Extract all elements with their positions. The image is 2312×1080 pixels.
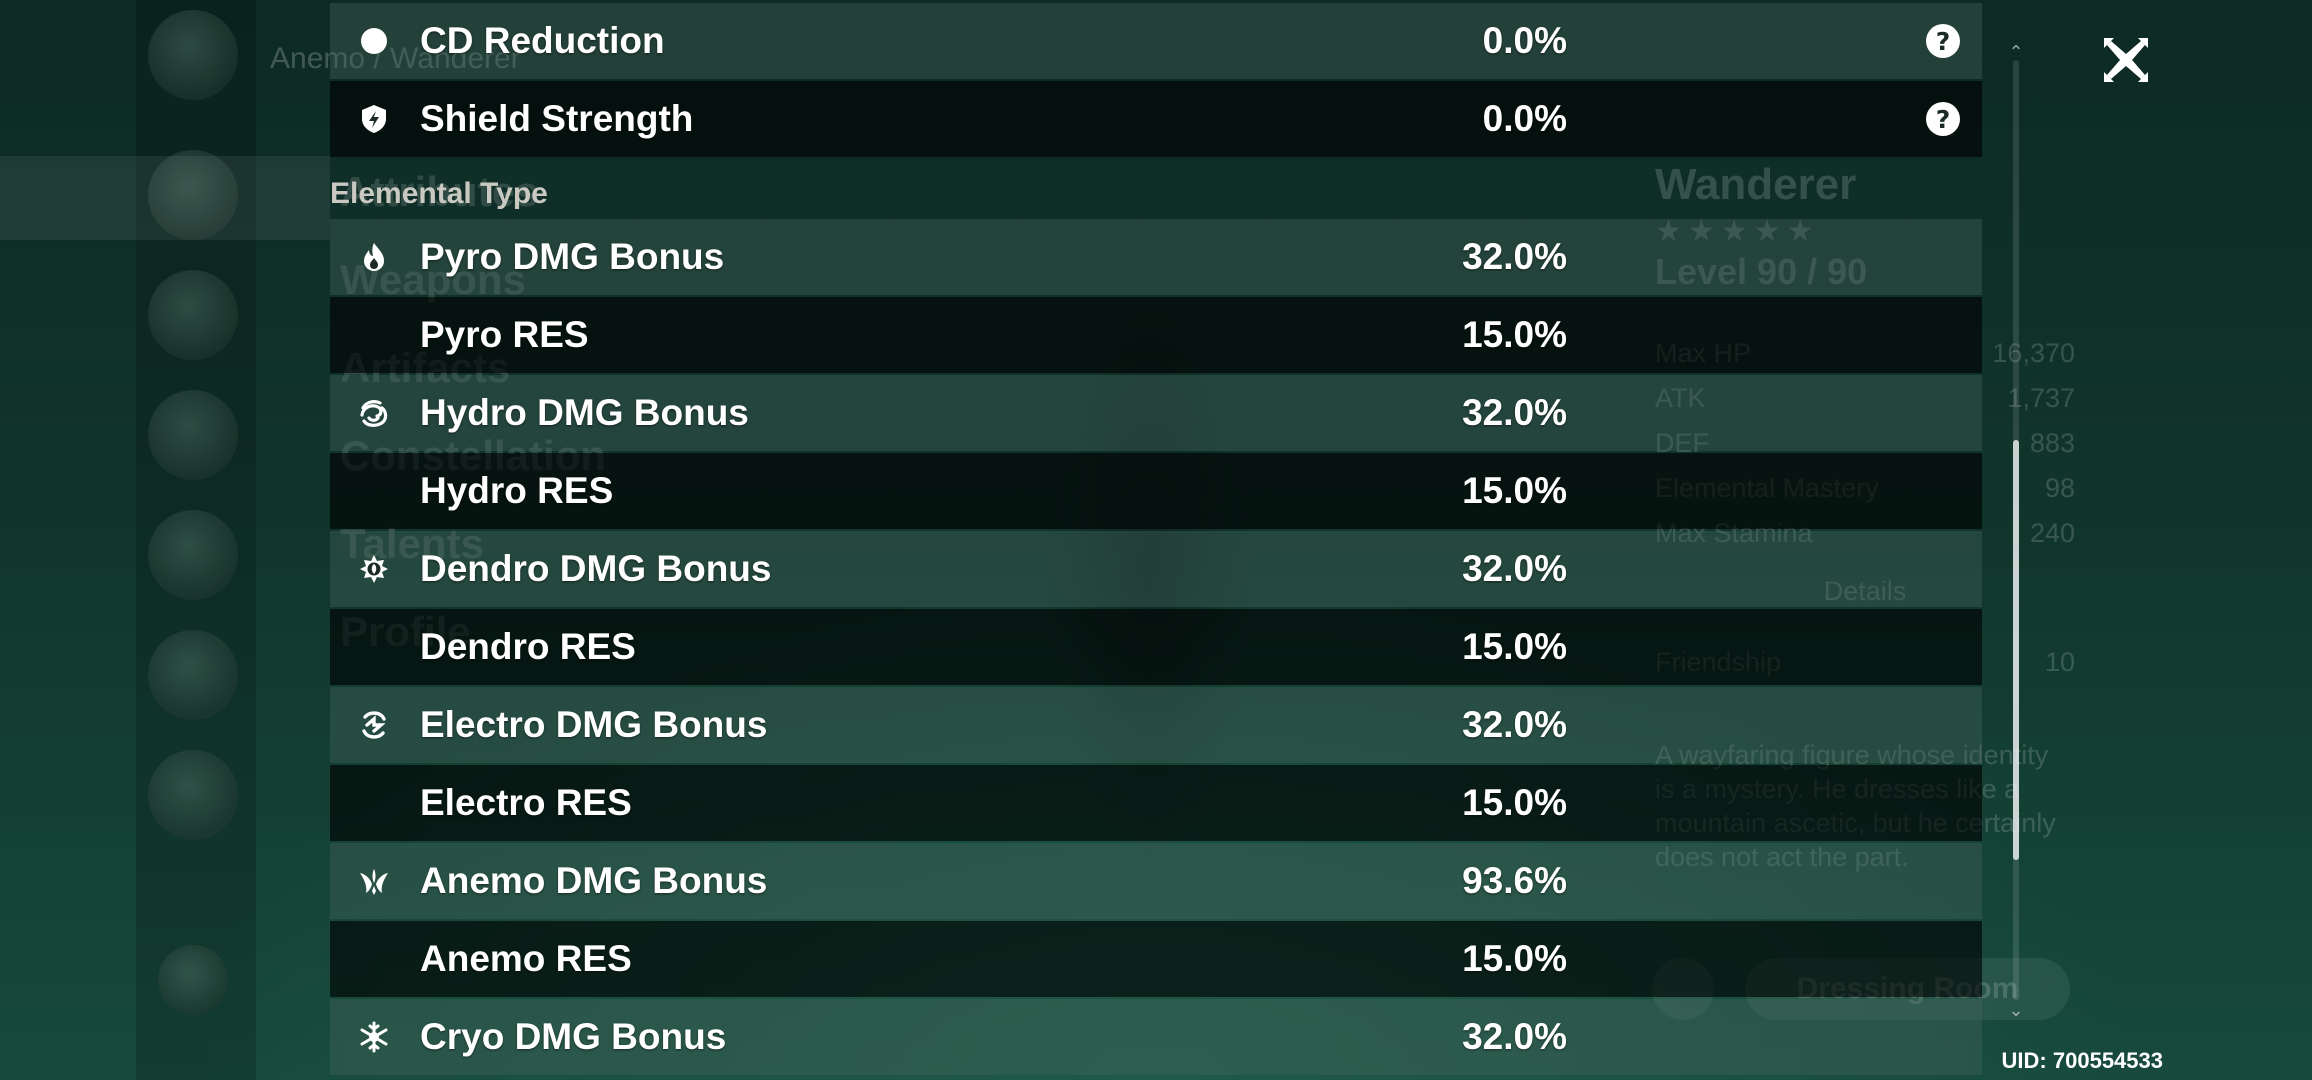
stat-value: 32.0% <box>1462 548 1567 589</box>
stat-value: 15.0% <box>1462 470 1567 511</box>
stat-value: 15.0% <box>1462 314 1567 355</box>
character-avatar <box>148 270 238 360</box>
stat-label: Cryo DMG Bonus <box>420 1016 727 1057</box>
stat-value: 0.0% <box>1482 98 1567 139</box>
cryo-icon <box>356 1019 392 1055</box>
uid-label: UID: 700554533 <box>2001 1048 2163 1073</box>
stat-row-electro-dmg-bonus: Electro DMG Bonus 32.0% <box>330 687 1982 763</box>
pyro-icon <box>356 239 392 275</box>
stat-label: Pyro DMG Bonus <box>420 236 725 277</box>
character-avatar <box>148 750 238 840</box>
dendro-icon <box>356 551 392 587</box>
stat-label: Dendro RES <box>420 626 636 667</box>
stat-value: 15.0% <box>1462 938 1567 979</box>
stat-value: 0.0% <box>1482 20 1567 61</box>
stat-row-electro-res: Electro RES 15.0% <box>330 765 1982 841</box>
stat-label: Pyro RES <box>420 314 589 355</box>
stat-label: CD Reduction <box>420 20 665 61</box>
stat-label: Anemo RES <box>420 938 632 979</box>
help-button[interactable]: ? <box>1926 102 1960 136</box>
help-button[interactable]: ? <box>1926 24 1960 58</box>
stat-value: 15.0% <box>1462 782 1567 823</box>
scroll-up-icon[interactable]: ⌃ <box>2006 43 2026 61</box>
hydro-icon <box>356 395 392 431</box>
stat-row-dendro-dmg-bonus: Dendro DMG Bonus 32.0% <box>330 531 1982 607</box>
stat-label: Hydro DMG Bonus <box>420 392 749 433</box>
stat-value: 15.0% <box>1462 626 1567 667</box>
character-avatar <box>148 150 238 240</box>
stat-label: Anemo DMG Bonus <box>420 860 768 901</box>
close-button[interactable] <box>2098 32 2154 88</box>
background-selected-band <box>0 156 330 240</box>
stat-value: 32.0% <box>1462 236 1567 277</box>
shield-icon <box>356 101 392 137</box>
close-icon <box>2104 38 2148 82</box>
stat-row-hydro-dmg-bonus: Hydro DMG Bonus 32.0% <box>330 375 1982 451</box>
stat-row-anemo-dmg-bonus: Anemo DMG Bonus 93.6% <box>330 843 1982 919</box>
stat-label: Shield Strength <box>420 98 694 139</box>
character-list-rail <box>136 0 256 1080</box>
stat-label: Hydro RES <box>420 470 614 511</box>
character-avatar <box>148 390 238 480</box>
stat-label: Electro DMG Bonus <box>420 704 768 745</box>
stat-row-pyro-res: Pyro RES 15.0% <box>330 297 1982 373</box>
stat-value: 32.0% <box>1462 1016 1567 1057</box>
stat-value: 32.0% <box>1462 704 1567 745</box>
stats-details-panel[interactable]: CD Reduction 0.0% ? Shield Strength 0.0%… <box>330 0 1982 1080</box>
stat-row-dendro-res: Dendro RES 15.0% <box>330 609 1982 685</box>
stat-label: Electro RES <box>420 782 632 823</box>
stat-label: Dendro DMG Bonus <box>420 548 772 589</box>
scroll-down-icon[interactable]: ⌄ <box>2006 1001 2026 1019</box>
character-avatar <box>148 10 238 100</box>
stat-row-cd-reduction: CD Reduction 0.0% ? <box>330 3 1982 79</box>
anemo-icon <box>356 863 392 899</box>
grid-menu-icon <box>158 945 228 1015</box>
section-header-elemental-type: Elemental Type <box>330 177 548 210</box>
electro-icon <box>356 707 392 743</box>
stat-row-shield-strength: Shield Strength 0.0% ? <box>330 81 1982 157</box>
stat-row-anemo-res: Anemo RES 15.0% <box>330 921 1982 997</box>
cd-reduction-icon <box>356 23 392 59</box>
character-avatar <box>148 630 238 720</box>
character-avatar <box>148 510 238 600</box>
stat-row-cryo-dmg-bonus: Cryo DMG Bonus 32.0% <box>330 999 1982 1075</box>
stat-row-hydro-res: Hydro RES 15.0% <box>330 453 1982 529</box>
stat-row-pyro-dmg-bonus: Pyro DMG Bonus 32.0% <box>330 219 1982 295</box>
scrollbar-thumb[interactable] <box>2013 440 2019 860</box>
stat-value: 32.0% <box>1462 392 1567 433</box>
stat-value: 93.6% <box>1462 860 1567 901</box>
